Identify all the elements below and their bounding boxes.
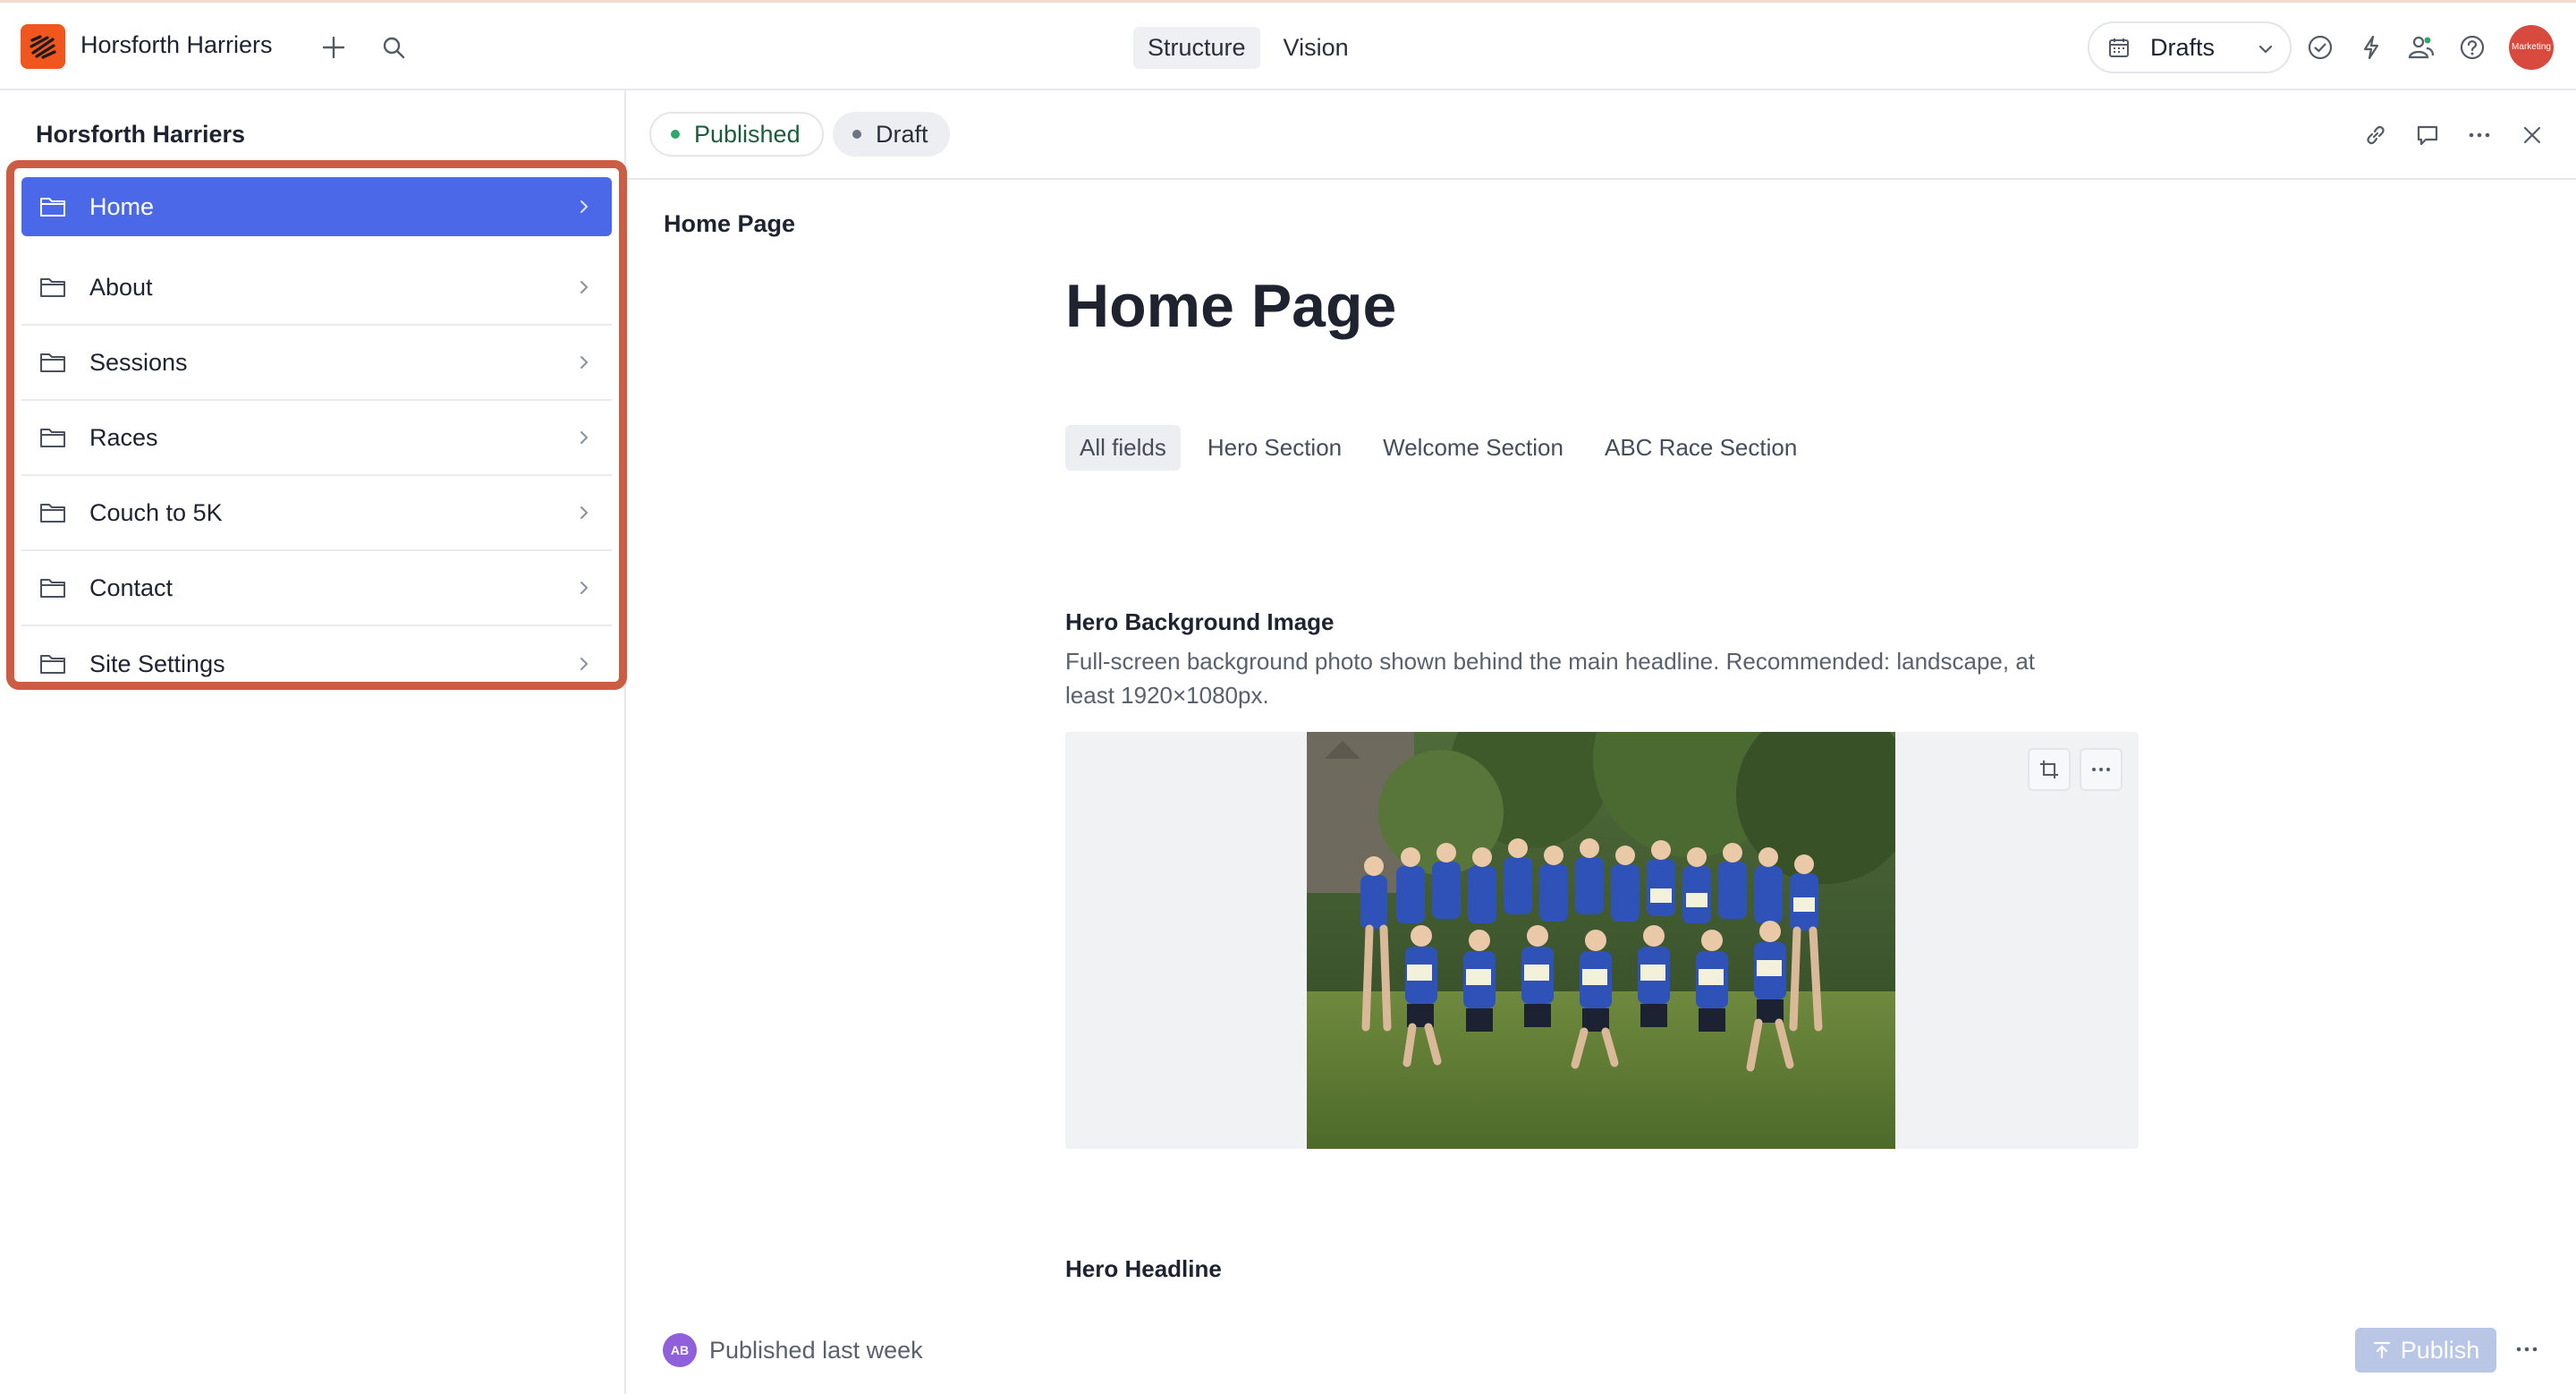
sidebar-item-label: Sessions	[89, 348, 188, 376]
draft-dot-icon	[852, 130, 861, 139]
published-label: Published	[694, 120, 801, 148]
folder-icon	[40, 429, 65, 447]
close-icon[interactable]	[2512, 115, 2552, 155]
search-icon[interactable]	[374, 28, 413, 67]
chevron-right-icon	[580, 281, 589, 293]
publish-label: Publish	[2400, 1336, 2480, 1364]
sidebar-item-contact[interactable]: Contact	[21, 551, 612, 626]
sidebar-item-couch-to-5k[interactable]: Couch to 5K	[21, 476, 612, 551]
chevron-down-icon	[2258, 45, 2273, 54]
sidebar-item-sessions[interactable]: Sessions	[21, 326, 612, 401]
add-icon[interactable]	[314, 28, 353, 67]
sidebar-item-label: Couch to 5K	[89, 498, 223, 526]
image-more-icon[interactable]	[2080, 748, 2123, 791]
document-body: Home Page Home Page All fields Hero Sect…	[627, 182, 2576, 1291]
tab-hero-section[interactable]: Hero Section	[1193, 425, 1356, 471]
tasks-check-icon[interactable]	[2301, 28, 2340, 67]
tool-switcher: Structure Vision	[1133, 27, 1363, 69]
crop-icon[interactable]	[2028, 748, 2071, 791]
workspace-name[interactable]: Horsforth Harriers	[80, 31, 273, 59]
user-avatar[interactable]: Marketing	[2509, 25, 2554, 70]
comment-icon[interactable]	[2408, 115, 2447, 155]
document-header: Published Draft	[627, 90, 2576, 180]
folder-icon	[40, 278, 65, 297]
tab-vision[interactable]: Vision	[1269, 27, 1363, 69]
tab-all-fields[interactable]: All fields	[1065, 425, 1181, 471]
sidebar-item-label: About	[89, 273, 153, 301]
release-label: Drafts	[2150, 33, 2216, 61]
more-horizontal-icon[interactable]	[2460, 115, 2499, 155]
avatar-text: Marketing	[2512, 42, 2551, 52]
sidebar-item-about[interactable]: About	[21, 251, 612, 326]
publish-arrow-icon	[2373, 1341, 2390, 1359]
app-window: Horsforth Harriers Structure Vision Draf…	[0, 0, 2576, 1394]
tab-structure[interactable]: Structure	[1133, 27, 1260, 69]
chevron-right-icon	[580, 658, 589, 670]
published-tab[interactable]: Published	[649, 112, 824, 157]
chevron-right-icon	[580, 506, 589, 519]
chevron-right-icon	[580, 356, 589, 369]
published-dot-icon	[671, 130, 680, 139]
people-icon[interactable]	[2402, 28, 2441, 67]
lightning-icon[interactable]	[2351, 28, 2391, 67]
chevron-right-icon	[580, 431, 589, 444]
publish-status: Published last week	[709, 1337, 923, 1364]
document-footer: AB Published last week Publish	[627, 1306, 2576, 1394]
hero-image-preview[interactable]	[1307, 732, 1895, 1149]
draft-tab[interactable]: Draft	[833, 112, 950, 157]
folder-icon	[40, 579, 65, 598]
hero-image-label: Hero Background Image	[1065, 608, 1335, 635]
hero-headline-label: Hero Headline	[1065, 1255, 1222, 1282]
chevron-right-icon	[580, 582, 589, 594]
folder-icon	[40, 504, 65, 523]
sidebar-item-label: Contact	[89, 574, 174, 601]
sidebar-item-label: Site Settings	[89, 650, 225, 677]
field-group-tabs: All fields Hero Section Welcome Section …	[1065, 425, 1811, 471]
sidebar-list: Home About Sessions Races Couch to 5K Co…	[6, 160, 627, 690]
tab-abc-race-section[interactable]: ABC Race Section	[1590, 425, 1811, 471]
calendar-icon	[2109, 38, 2129, 57]
release-selector[interactable]: Drafts	[2088, 21, 2292, 73]
top-bar: Horsforth Harriers Structure Vision Draf…	[0, 0, 2576, 90]
sidebar-item-label: Races	[89, 423, 158, 451]
help-icon[interactable]	[2453, 28, 2492, 67]
author-avatar: AB	[663, 1333, 697, 1367]
workspace-logo-icon[interactable]	[21, 24, 65, 69]
sidebar-item-races[interactable]: Races	[21, 401, 612, 476]
chevron-right-icon	[580, 200, 589, 213]
breadcrumb: Home Page	[664, 210, 796, 237]
folder-icon	[40, 198, 65, 217]
hero-image-field[interactable]	[1065, 732, 2139, 1149]
structure-sidebar: Horsforth Harriers Home About Sessions R…	[0, 90, 627, 1394]
hero-image-description: Full-screen background photo shown behin…	[1065, 648, 2036, 709]
sidebar-title: Horsforth Harriers	[36, 121, 246, 148]
document-actions-more-icon[interactable]	[2507, 1330, 2546, 1369]
sidebar-item-home[interactable]: Home	[21, 177, 612, 236]
sidebar-item-label: Home	[89, 192, 155, 220]
page-title: Home Page	[1065, 272, 1397, 340]
publish-button[interactable]: Publish	[2355, 1328, 2496, 1373]
folder-icon	[40, 353, 65, 372]
draft-label: Draft	[876, 120, 928, 148]
folder-icon	[40, 655, 65, 674]
tab-welcome-section[interactable]: Welcome Section	[1368, 425, 1578, 471]
sidebar-item-site-settings[interactable]: Site Settings	[21, 626, 612, 682]
link-icon[interactable]	[2356, 115, 2395, 155]
